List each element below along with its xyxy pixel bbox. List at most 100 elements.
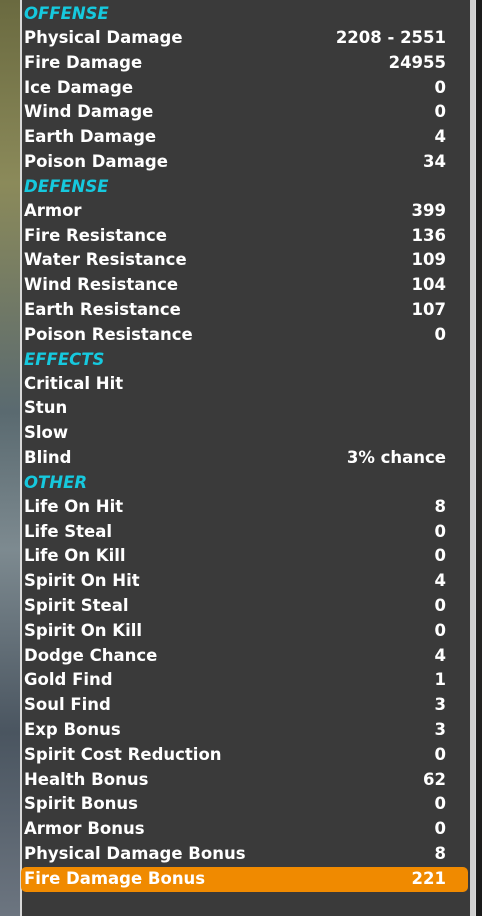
- stat-row[interactable]: Armor Bonus 0: [24, 817, 448, 842]
- stat-value: 1: [434, 670, 446, 690]
- stat-row[interactable]: Soul Find 3: [24, 693, 448, 718]
- stat-label: Armor: [24, 200, 82, 220]
- stat-label: Exp Bonus: [24, 719, 121, 739]
- stat-value: 24955: [388, 52, 446, 72]
- background-art-right: [476, 0, 482, 916]
- stat-row[interactable]: Fire Damage 24955: [24, 51, 448, 76]
- stat-value: 0: [434, 102, 446, 122]
- stat-label: Wind Damage: [24, 102, 154, 122]
- stat-value: 4: [434, 571, 446, 591]
- stat-value: 3% chance: [346, 447, 446, 467]
- stat-value: 109: [411, 250, 446, 270]
- stat-value: 107: [411, 299, 446, 319]
- stat-row[interactable]: Blind 3% chance: [24, 446, 448, 471]
- stat-label: Spirit Steal: [24, 595, 129, 615]
- stat-value: 0: [434, 744, 446, 764]
- scroll-thumb[interactable]: [470, 0, 475, 916]
- stat-row[interactable]: Ice Damage 0: [24, 76, 448, 101]
- stat-label: Dodge Chance: [24, 645, 158, 665]
- stat-value: 3: [434, 719, 446, 739]
- stat-row[interactable]: Life Steal 0: [24, 520, 448, 545]
- stat-value: 0: [434, 546, 446, 566]
- stat-value: 0: [434, 819, 446, 839]
- stat-value: 136: [411, 225, 446, 245]
- stat-row[interactable]: Critical Hit: [24, 372, 448, 397]
- stat-label: Health Bonus: [24, 769, 149, 789]
- section-header-other: OTHER: [24, 472, 88, 492]
- stat-row[interactable]: Spirit On Kill 0: [24, 619, 448, 644]
- stat-value: 8: [434, 843, 446, 863]
- stat-row[interactable]: Earth Damage 4: [24, 125, 448, 150]
- stat-value: 0: [434, 324, 446, 344]
- stat-row[interactable]: Spirit Steal 0: [24, 594, 448, 619]
- stat-row[interactable]: Exp Bonus 3: [24, 718, 448, 743]
- stat-label: Stun: [24, 398, 68, 418]
- stat-row[interactable]: Gold Find 1: [24, 668, 448, 693]
- stat-row[interactable]: Spirit On Hit 4: [24, 569, 448, 594]
- stat-label: Physical Damage Bonus: [24, 843, 246, 863]
- stat-value: 8: [434, 496, 446, 516]
- stat-label: Spirit On Hit: [24, 571, 140, 591]
- stat-label: Physical Damage: [24, 28, 183, 47]
- scrollbar[interactable]: [470, 0, 475, 916]
- stat-value: 2208 - 2551: [335, 28, 446, 47]
- stat-row[interactable]: Poison Damage 34: [24, 150, 448, 175]
- stat-row[interactable]: Armor 399: [24, 199, 448, 224]
- stat-label: Life Steal: [24, 521, 113, 541]
- stat-row[interactable]: Spirit Bonus 0: [24, 792, 448, 817]
- stat-row[interactable]: Water Resistance 109: [24, 248, 448, 273]
- stat-label: Spirit On Kill: [24, 620, 143, 640]
- stat-label: Earth Damage: [24, 127, 157, 147]
- stat-value: 399: [411, 200, 446, 220]
- stat-label: Poison Resistance: [24, 324, 193, 344]
- stat-label: Ice Damage: [24, 77, 134, 97]
- background-art: [0, 0, 20, 916]
- stat-row[interactable]: Physical Damage Bonus 8: [24, 842, 448, 867]
- stat-row[interactable]: Life On Kill 0: [24, 544, 448, 569]
- stat-label: Life On Kill: [24, 546, 126, 566]
- stat-label: Fire Damage Bonus: [24, 868, 206, 888]
- stat-value: 0: [434, 595, 446, 615]
- stat-label: Fire Damage: [24, 52, 143, 72]
- section-header-offense: OFFENSE: [24, 4, 109, 23]
- stat-row[interactable]: Stun: [24, 396, 448, 421]
- stat-value: 221: [411, 868, 446, 888]
- stat-label: Life On Hit: [24, 496, 124, 516]
- section-header-effects: EFFECTS: [24, 349, 105, 369]
- stat-label: Critical Hit: [24, 373, 124, 393]
- stat-label: Spirit Bonus: [24, 794, 139, 814]
- stat-row[interactable]: Fire Damage Bonus 221: [21, 866, 468, 892]
- stat-value: 0: [434, 620, 446, 640]
- stats-list: OFFENSE Physical Damage 2208 - 2551 Fire Da…: [21, 2, 468, 892]
- stat-label: Blind: [24, 447, 72, 467]
- stat-label: Fire Resistance: [24, 225, 167, 245]
- stat-row[interactable]: Spirit Cost Reduction 0: [24, 743, 448, 768]
- stat-value: 0: [434, 521, 446, 541]
- stat-row[interactable]: Slow: [24, 421, 448, 446]
- stat-row[interactable]: Wind Resistance 104: [24, 273, 448, 298]
- stat-row[interactable]: Life On Hit 8: [24, 495, 448, 520]
- stat-row[interactable]: Physical Damage 2208 - 2551: [24, 26, 448, 51]
- stat-label: Wind Resistance: [24, 275, 179, 295]
- stat-value: 62: [423, 769, 446, 789]
- stat-row[interactable]: Health Bonus 62: [24, 768, 448, 793]
- stat-value: 3: [434, 695, 446, 715]
- stat-label: Poison Damage: [24, 151, 168, 171]
- stat-label: Earth Resistance: [24, 299, 181, 319]
- stat-label: Soul Find: [24, 695, 111, 715]
- stat-row[interactable]: Earth Resistance 107: [24, 298, 448, 323]
- stat-row[interactable]: Dodge Chance 4: [24, 644, 448, 669]
- stat-label: Water Resistance: [24, 250, 187, 270]
- stat-value: 4: [434, 645, 446, 665]
- section-header-defense: DEFENSE: [24, 176, 109, 196]
- stat-row[interactable]: Wind Damage 0: [24, 100, 448, 125]
- stat-row[interactable]: Fire Resistance 136: [24, 224, 448, 249]
- stat-value: 0: [434, 794, 446, 814]
- stat-value: 34: [423, 151, 446, 171]
- stat-label: Spirit Cost Reduction: [24, 744, 222, 764]
- stat-label: Gold Find: [24, 670, 113, 690]
- stat-label: Armor Bonus: [24, 819, 145, 839]
- stat-row[interactable]: Poison Resistance 0: [24, 323, 448, 348]
- stat-value: 4: [434, 127, 446, 147]
- stat-value: 104: [411, 275, 446, 295]
